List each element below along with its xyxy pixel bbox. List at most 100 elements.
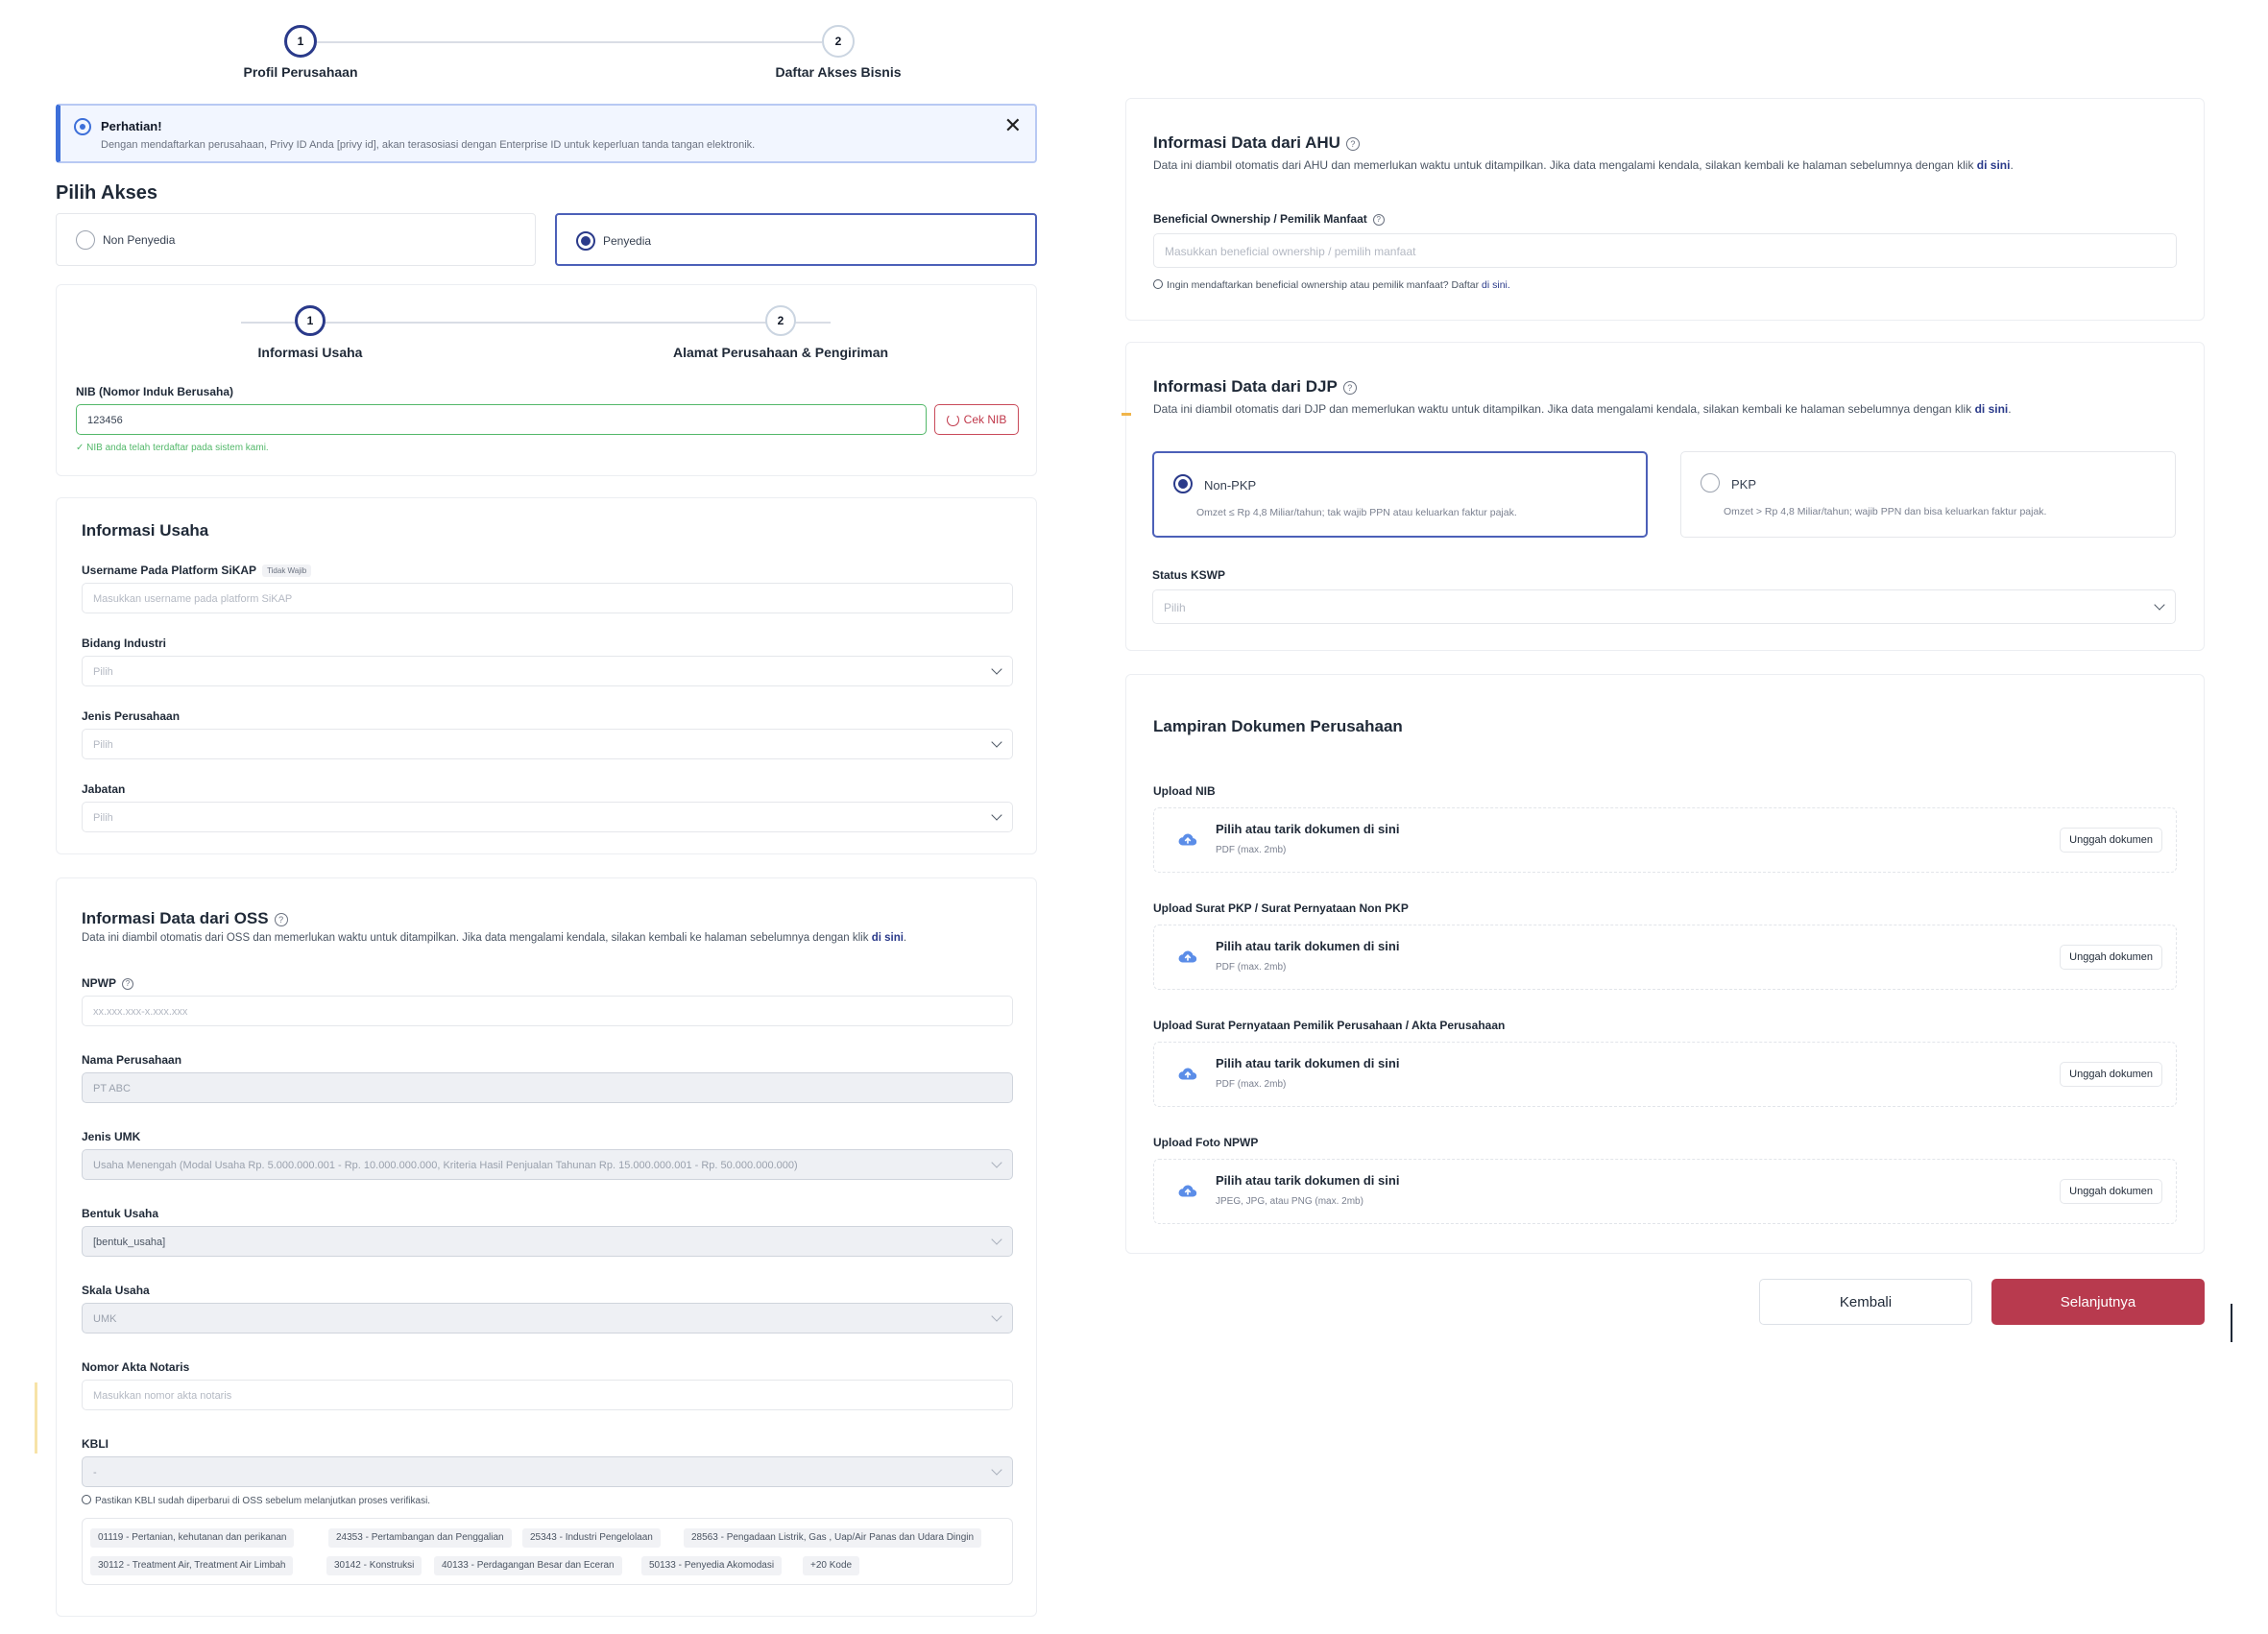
skala-usaha-select: UMK	[82, 1303, 1013, 1334]
akta-label: Nomor Akta Notaris	[82, 1360, 190, 1374]
upload-pkp-dropzone[interactable]: Pilih atau tarik dokumen di sini PDF (ma…	[1153, 925, 2177, 990]
skala-usaha-label: Skala Usaha	[82, 1284, 150, 1297]
edge-marker	[1122, 413, 1131, 416]
npwp-input[interactable]: xx.xxx.xxx-x.xxx.xxx	[82, 996, 1013, 1026]
step-2-circle: 2	[822, 25, 855, 58]
jabatan-label: Jabatan	[82, 782, 126, 796]
upload-npwp-dropzone[interactable]: Pilih atau tarik dokumen di sini JPEG, J…	[1153, 1159, 2177, 1224]
kbli-chip-list: 01119 - Pertanian, kehutanan dan perikan…	[82, 1518, 1013, 1585]
akta-input[interactable]: Masukkan nomor akta notaris	[82, 1380, 1013, 1410]
radio-penyedia[interactable]	[576, 231, 595, 251]
upload-npwp-label: Upload Foto NPWP	[1153, 1136, 1259, 1149]
kbli-chip: 01119 - Pertanian, kehutanan dan perikan…	[90, 1528, 295, 1548]
lampiran-card: Lampiran Dokumen Perusahaan Upload NIB P…	[1125, 674, 2205, 1254]
chevron-down-icon	[2154, 599, 2165, 611]
djp-title: Informasi Data dari DJP?	[1153, 377, 1357, 396]
upload-pkp-button[interactable]: Unggah dokumen	[2060, 945, 2162, 970]
help-icon[interactable]: ?	[1372, 213, 1385, 226]
cloud-upload-icon	[1178, 950, 1197, 963]
username-input[interactable]: Masukkan username pada platform SiKAP	[82, 583, 1013, 613]
info-icon	[1153, 279, 1163, 289]
substep-1-circle: 1	[295, 305, 326, 336]
nib-success-text: ✓ NIB anda telah terdaftar pada sistem k…	[76, 443, 269, 453]
upload-format: JPEG, JPG, atau PNG (max. 2mb)	[1216, 1196, 1363, 1207]
pkp-option[interactable]: PKP Omzet > Rp 4,8 Miliar/tahun; wajib P…	[1680, 451, 2176, 538]
step-2-label: Daftar Akses Bisnis	[775, 64, 902, 80]
upload-akta-button[interactable]: Unggah dokumen	[2060, 1062, 2162, 1087]
jabatan-select[interactable]: Pilih	[82, 802, 1013, 832]
refresh-icon	[946, 413, 959, 426]
kswp-select[interactable]: Pilih	[1152, 589, 2176, 624]
informasi-usaha-card: Informasi Usaha Username Pada Platform S…	[56, 497, 1037, 854]
upload-format: PDF (max. 2mb)	[1216, 845, 1287, 855]
ahu-desc-text: Data ini diambil otomatis dari AHU dan m…	[1153, 158, 1974, 172]
oss-link[interactable]: di sini	[872, 932, 904, 944]
upload-nib-button[interactable]: Unggah dokumen	[2060, 828, 2162, 853]
help-icon[interactable]: ?	[122, 977, 133, 990]
oss-card: Informasi Data dari OSS? Data ini diambi…	[56, 877, 1037, 1617]
bo-register-link[interactable]: di sini.	[1482, 279, 1510, 291]
chevron-down-icon	[991, 1234, 1002, 1245]
kbli-chip: 50133 - Penyedia Akomodasi	[641, 1556, 783, 1575]
back-button[interactable]: Kembali	[1759, 1279, 1972, 1325]
main-stepper: 1 2 Profil Perusahaan Daftar Akses Bisni…	[56, 0, 1039, 96]
bidang-value: Pilih	[93, 666, 113, 678]
help-icon[interactable]: ?	[1342, 380, 1357, 395]
kswp-label: Status KSWP	[1152, 568, 1226, 582]
cek-nib-button[interactable]: Cek NIB	[934, 404, 1019, 435]
jenis-label: Jenis Perusahaan	[82, 709, 181, 723]
kbli-chip: 30142 - Konstruksi	[326, 1556, 422, 1575]
bo-input[interactable]: Masukkan beneficial ownership / pemilih …	[1153, 233, 2177, 268]
cloud-upload-icon	[1178, 1068, 1197, 1080]
pkp-name: PKP	[1731, 477, 1757, 492]
help-icon[interactable]: ?	[274, 912, 288, 926]
bentuk-usaha-select[interactable]: [bentuk_usaha]	[82, 1226, 1013, 1257]
access-title: Pilih Akses	[56, 182, 157, 204]
jenis-select[interactable]: Pilih	[82, 729, 1013, 759]
optional-badge: Tidak Wajib	[262, 565, 312, 577]
nib-input[interactable]: 123456	[76, 404, 927, 435]
npwp-label: NPWP?	[82, 976, 133, 990]
cloud-upload-icon	[1178, 833, 1197, 846]
left-column: 1 2 Profil Perusahaan Daftar Akses Bisni…	[56, 0, 1039, 1617]
substep-2-circle: 2	[765, 305, 796, 336]
kbli-select: -	[82, 1456, 1013, 1487]
radio-pkp[interactable]	[1701, 473, 1720, 493]
upload-title: Pilih atau tarik dokumen di sini	[1216, 1173, 1400, 1188]
radio-non-pkp[interactable]	[1173, 474, 1193, 493]
upload-title: Pilih atau tarik dokumen di sini	[1216, 822, 1400, 836]
jenis-umk-label: Jenis UMK	[82, 1130, 141, 1143]
upload-akta-label: Upload Surat Pernyataan Pemilik Perusaha…	[1153, 1019, 1506, 1032]
access-option-non-penyedia[interactable]: Non Penyedia	[56, 213, 536, 266]
access-option-penyedia[interactable]: Penyedia	[555, 213, 1037, 266]
next-button[interactable]: Selanjutnya	[1991, 1279, 2205, 1325]
ahu-link[interactable]: di sini	[1977, 158, 2011, 172]
cloud-upload-icon	[1178, 1185, 1197, 1197]
close-icon[interactable]: ✕	[1004, 115, 1022, 136]
upload-pkp-label: Upload Surat PKP / Surat Pernyataan Non …	[1153, 901, 1409, 915]
nib-card: 1 2 Informasi Usaha Alamat Perusahaan & …	[56, 284, 1037, 476]
djp-link[interactable]: di sini	[1975, 402, 2009, 416]
upload-nib-dropzone[interactable]: Pilih atau tarik dokumen di sini PDF (ma…	[1153, 807, 2177, 873]
non-pkp-option[interactable]: Non-PKP Omzet ≤ Rp 4,8 Miliar/tahun; tak…	[1152, 451, 1648, 538]
oss-title: Informasi Data dari OSS?	[82, 909, 288, 928]
upload-title: Pilih atau tarik dokumen di sini	[1216, 939, 1400, 953]
nib-label: NIB (Nomor Induk Berusaha)	[76, 385, 234, 398]
upload-npwp-button[interactable]: Unggah dokumen	[2060, 1179, 2162, 1204]
kbli-more-chip[interactable]: +20 Kode	[803, 1556, 860, 1575]
chevron-down-icon	[991, 1310, 1002, 1322]
upload-title: Pilih atau tarik dokumen di sini	[1216, 1056, 1400, 1070]
radio-non-penyedia[interactable]	[76, 230, 95, 250]
kbli-label: KBLI	[82, 1437, 109, 1451]
djp-desc-text: Data ini diambil otomatis dari DJP dan m…	[1153, 402, 1972, 416]
kbli-chip: 30112 - Treatment Air, Treatment Air Lim…	[90, 1556, 294, 1575]
help-icon[interactable]: ?	[1345, 136, 1360, 151]
non-pkp-name: Non-PKP	[1204, 478, 1257, 493]
ahu-card: Informasi Data dari AHU? Data ini diambi…	[1125, 98, 2205, 321]
bentuk-usaha-value: [bentuk_usaha]	[93, 1237, 166, 1248]
bidang-select[interactable]: Pilih	[82, 656, 1013, 686]
upload-akta-dropzone[interactable]: Pilih atau tarik dokumen di sini PDF (ma…	[1153, 1042, 2177, 1107]
scrollbar-thumb[interactable]	[2231, 1304, 2232, 1342]
username-label-text: Username Pada Platform SiKAP	[82, 564, 257, 577]
step-1-circle: 1	[284, 25, 317, 58]
